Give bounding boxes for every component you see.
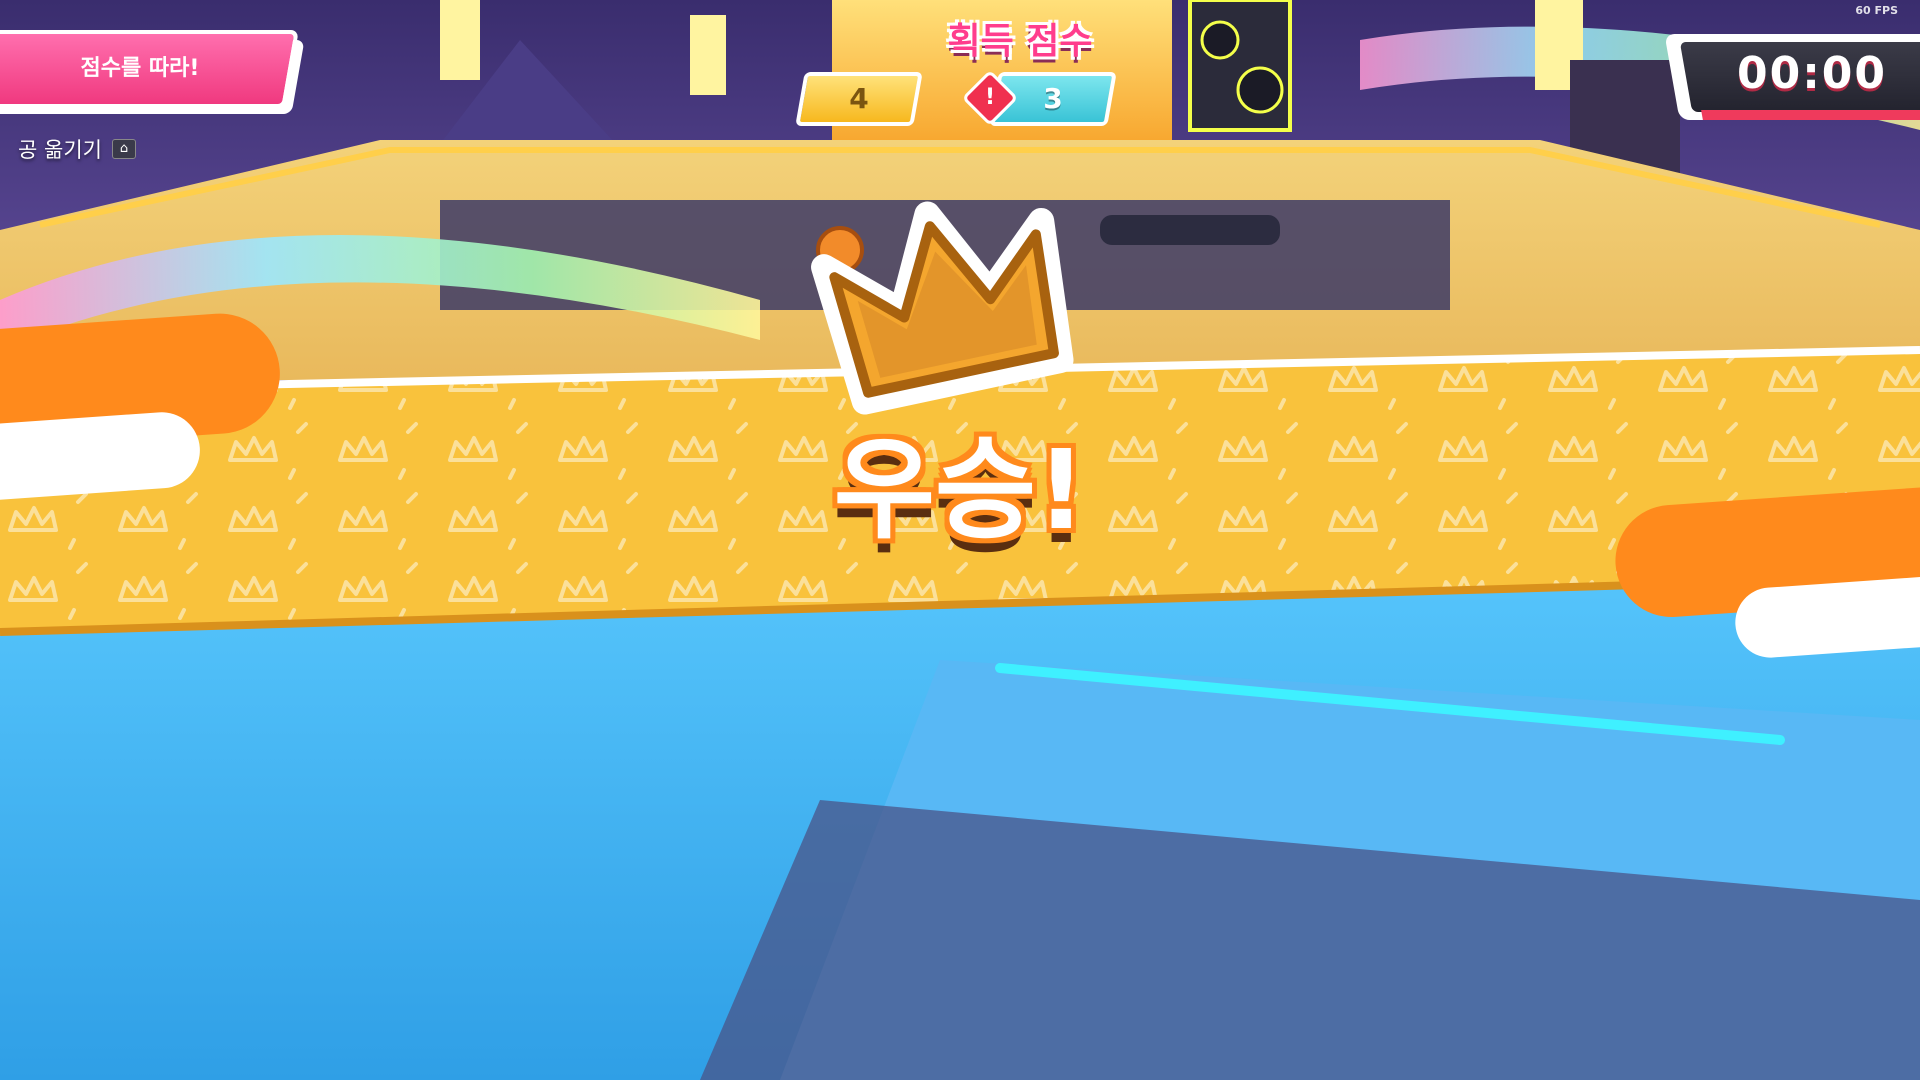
victory-text: 우승! (833, 426, 1087, 554)
goal-platform (1100, 215, 1280, 245)
alert-glyph: ! (984, 85, 996, 110)
round-name-label: 점수를 따라! (80, 56, 200, 81)
round-timer: 00:00 (1664, 34, 1920, 128)
billboard-left (690, 15, 726, 95)
billboard-left (440, 0, 480, 80)
fps-counter: 60 FPS (1855, 4, 1898, 17)
speaker-cone (1236, 66, 1284, 114)
score-title: 획득 점수 (947, 21, 1093, 62)
timer-value: 00:00 (1736, 48, 1888, 99)
round-name-panel: 점수를 따라! (0, 30, 310, 114)
home-key-icon: ⌂ (111, 139, 136, 159)
team-score-yellow: 4 (795, 72, 923, 126)
timer-bar (1701, 110, 1920, 120)
control-hint: 공 옮기기 ⌂ (18, 134, 136, 164)
team-score-yellow-value: 4 (849, 82, 869, 115)
hint-label: 공 옮기기 (18, 138, 102, 162)
